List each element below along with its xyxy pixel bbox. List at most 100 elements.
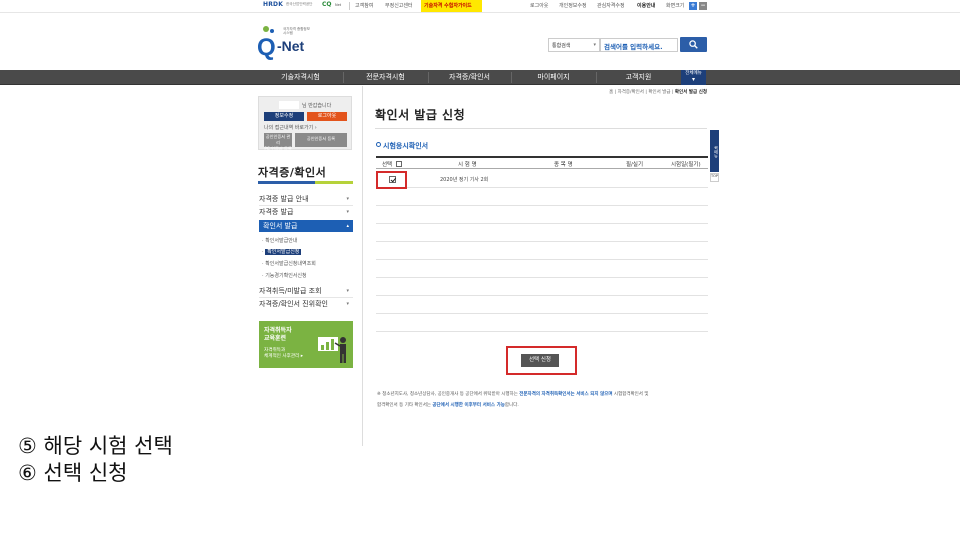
search-category-select[interactable]: 통합검색 ▾ (548, 38, 600, 52)
nav-support[interactable]: 고객지원 (596, 70, 681, 85)
topbar-link-report[interactable]: 부정신고센터 (385, 2, 413, 9)
breadcrumb-home[interactable]: 홈 (609, 90, 613, 95)
logo-caption: 국가자격 종합정보 시스템 (283, 27, 310, 35)
table-header: 선택 시 험 명 종 목 명 필/실기 시험일(필기) (376, 156, 708, 169)
topbar-link-logout[interactable]: 로그아웃 (530, 2, 548, 9)
search-input-placeholder: 검색어를 입력하세요. (604, 43, 663, 51)
user-name-field (279, 101, 299, 109)
edit-info-button[interactable]: 정보수정 (264, 112, 304, 121)
topbar-link-interest[interactable]: 관심자격수정 (597, 2, 625, 9)
hrdk-logo[interactable]: HRDK (263, 1, 283, 8)
search-icon (689, 40, 698, 49)
login-greeting: 님 반갑습니다 (302, 103, 332, 109)
main-navigation: 기술자격시험 전문자격시험 자격증/확인서 마이페이지 고객지원 전체메뉴 ▾ (0, 70, 960, 85)
login-box: 님 반갑습니다 정보수정 로그아웃 나의 접근내역 바로가기 › 공인인증서 관… (258, 96, 352, 151)
sidebar-item-label: 자격증/확인서 진위확인 (259, 300, 328, 308)
sidebar-item-authenticity-check[interactable]: 자격증/확인서 진위확인 ▾ (259, 298, 353, 310)
header-exam-date: 시험일(필기) (671, 162, 701, 168)
table-row-empty (376, 297, 708, 314)
page-title: 확인서 발급 신청 (375, 108, 466, 122)
table-row[interactable]: 2020년 정기 기사 2회 (376, 171, 708, 188)
step-5-label: ⑤ 해당 시험 선택 (18, 434, 173, 458)
notice-line-2: 합격확인서 등 기타 확인서는 공단에서 시행한 이후부터 서비스 가능합니다. (377, 403, 519, 408)
topbar-link-edit-profile[interactable]: 개인정보수정 (559, 2, 587, 9)
hrdk-logo-subtitle: 한국산업인력공단 (286, 2, 313, 6)
search-category-value: 통합검색 (552, 43, 571, 49)
topbar-link-customer[interactable]: 고객참여 (355, 2, 373, 9)
breadcrumb-item[interactable]: 확인서 발급 (648, 90, 670, 95)
content-divider (362, 86, 363, 446)
logo-dot-green (263, 26, 269, 32)
row-exam-name: 2020년 정기 기사 2회 (440, 177, 489, 183)
zoom-out-button[interactable]: − (699, 2, 707, 10)
sidebar-item-label: 자격증 발급 안내 (259, 195, 309, 203)
topbar-screen-size-label: 화면크기 (666, 3, 685, 9)
title-divider (375, 128, 707, 129)
quick-menu-tab[interactable]: 퀵메뉴 (710, 130, 719, 172)
nav-tech-exam[interactable]: 기술자격시험 (258, 70, 343, 85)
topbar-highlight-link[interactable]: 기술자격 수험자가이드 (421, 0, 482, 12)
table-row-empty (376, 261, 708, 278)
sidebar-item-cert-issue[interactable]: 자격증 발급 ▾ (259, 206, 353, 218)
table-row-empty (376, 279, 708, 296)
cert-register-button[interactable]: 공인인증서 등록 (295, 133, 347, 147)
topbar-link-guide[interactable]: 이용안내 (637, 2, 655, 9)
breadcrumb: 홈 | 자격증/확인서 | 확인서 발급 | 확인서 발급 신청 (609, 90, 707, 95)
sidebar-item-cert-guide[interactable]: 자격증 발급 안내 ▾ (259, 193, 353, 205)
table-row-empty (376, 243, 708, 260)
table-row-empty (376, 225, 708, 242)
logo-net-text: -Net (277, 38, 305, 54)
header-exam-name: 시 험 명 (458, 162, 477, 168)
breadcrumb-current: 확인서 발급 신청 (674, 90, 707, 95)
sidebar-sub-apply-history[interactable]: · 확인서발급신청내역조회 (262, 260, 316, 267)
cert-manage-button[interactable]: 공인인증서 관리 PC 인증서 등록 (264, 133, 292, 151)
logout-button[interactable]: 로그아웃 (307, 112, 347, 121)
header-item-name: 종 목 명 (554, 162, 573, 168)
notice-line-1: ※ 청소년지도사, 청소년상담사, 공인중개사 등 공단에서 위탁받아 시행하는… (377, 392, 649, 397)
cqnet-logo-subtitle: Net (335, 3, 342, 7)
nav-mypage[interactable]: 마이페이지 (511, 70, 596, 85)
step-6-label: ⑥ 선택 신청 (18, 461, 128, 485)
sidebar-item-label: 자격취득/미발급 조회 (259, 287, 322, 295)
scroll-top-button[interactable]: TOP (710, 173, 719, 182)
banner-title: 자격취득자 교육훈련 (264, 327, 292, 342)
sidebar-sub-skill-contest[interactable]: · 기능경기확인서신청 (262, 272, 307, 279)
search-button[interactable] (680, 37, 707, 52)
zoom-in-button[interactable]: + (689, 2, 697, 10)
logo-dot-blue (270, 29, 274, 33)
logo-q-letter: Q (257, 34, 276, 61)
section-title: 시험응시확인서 (376, 141, 428, 151)
nav-pro-exam[interactable]: 전문자격시험 (343, 70, 428, 85)
nav-certificate[interactable]: 자격증/확인서 (428, 70, 511, 85)
step-instructions: ⑤ 해당 시험 선택 ⑥ 선택 신청 (18, 433, 173, 487)
top-utility-bar: HRDK 한국산업인력공단 CQ Net 고객참여 부정신고센터 기술자격 수험… (0, 0, 960, 13)
sidebar-title-underline (258, 181, 353, 184)
apply-selected-button[interactable]: 선택 신청 (521, 354, 559, 367)
chevron-down-icon: ▾ (593, 42, 596, 48)
chevron-down-icon: ▾ (346, 209, 349, 215)
access-history-link[interactable]: 나의 접근내역 바로가기 › (264, 124, 317, 131)
training-banner[interactable]: 자격취득자 교육훈련 자격취득과 체계적인 사후관리 ▸ (259, 321, 353, 368)
table-row-empty (376, 315, 708, 332)
search-input[interactable]: 검색어를 입력하세요. (600, 38, 678, 52)
sidebar-sub-confirm-guide[interactable]: · 확인서발급안내 (262, 237, 297, 244)
sidebar-item-acquisition-lookup[interactable]: 자격취득/미발급 조회 ▾ (259, 285, 353, 297)
sidebar-item-label: 자격증 발급 (259, 208, 294, 216)
chevron-down-icon: ▾ (346, 196, 349, 202)
sidebar-sub-confirm-apply[interactable]: · 확인서발급신청 (262, 248, 302, 255)
chevron-down-icon: ▾ (691, 76, 695, 83)
qnet-logo[interactable]: 국가자격 종합정보 시스템 Q -Net (257, 24, 317, 61)
presenter-chart-icon (318, 337, 346, 363)
sidebar-title: 자격증/확인서 (258, 166, 327, 179)
chevron-down-icon: ▾ (346, 301, 349, 307)
topbar-highlight-label: 기술자격 수험자가이드 (424, 3, 472, 9)
sidebar-item-confirm-issue[interactable]: 확인서 발급 ▴ (259, 220, 353, 232)
select-all-checkbox[interactable] (396, 161, 402, 167)
header-type: 필/실기 (626, 162, 644, 168)
all-menu-button[interactable]: 전체메뉴 ▾ (681, 70, 706, 85)
banner-subtitle: 자격취득과 체계적인 사후관리 ▸ (264, 348, 304, 359)
highlight-box-select (376, 171, 407, 189)
cqnet-logo[interactable]: CQ (322, 1, 332, 8)
chevron-up-icon: ▴ (346, 223, 349, 229)
breadcrumb-item[interactable]: 자격증/확인서 (618, 90, 644, 95)
